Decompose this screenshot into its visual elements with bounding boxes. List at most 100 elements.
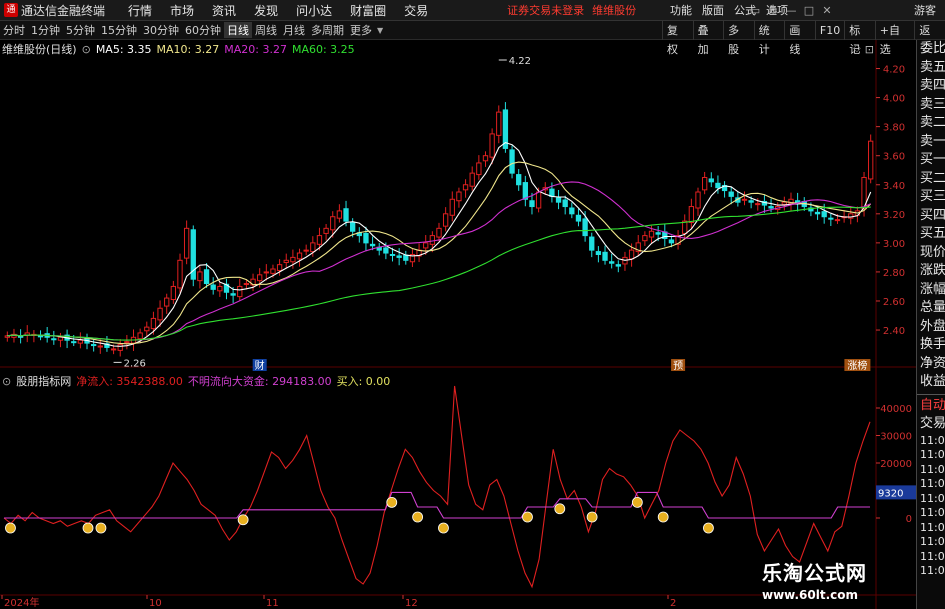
price-tick-label: 2.60 [883, 297, 905, 308]
candle-down [768, 206, 774, 209]
candle-up [628, 249, 635, 260]
period-monthly[interactable]: 月线 [280, 22, 308, 38]
candle-up [217, 285, 223, 292]
chevron-down-icon[interactable]: ▼ [377, 26, 383, 35]
tool-multi-stock-button[interactable]: 多股 [723, 20, 754, 56]
quote-field-label: 卖二 [920, 115, 945, 130]
candle-down [582, 218, 588, 237]
candle-down [814, 211, 821, 215]
period-multi[interactable]: 多周期 [308, 22, 347, 38]
menu-item-news[interactable]: 资讯 [203, 2, 245, 19]
quote-field-label: 卖一 [920, 133, 945, 149]
minimize-icon[interactable]: — [782, 4, 800, 17]
chart-area[interactable]: 4.20 4.00 3.80 3.60 3.40 3.20 3.00 2.80 2.60 2.40… [0, 40, 916, 609]
main-chart-legend: 维维股份(日线) ⊙ MA5: 3.35 MA10: 3.27 MA20: 3.… [2, 41, 360, 57]
candle-down [589, 236, 595, 251]
flow-tick-label: 40000 [880, 404, 912, 415]
period-intraday[interactable]: 分时 [0, 22, 28, 38]
auto-trade-label[interactable]: 自动 [917, 397, 945, 416]
candle-up [257, 274, 263, 282]
candle-up [303, 249, 309, 252]
back-button[interactable]: 返回 [914, 20, 945, 56]
expand-icon[interactable]: ⊡ [865, 43, 874, 56]
tool-draw-button[interactable]: 画线 [784, 20, 815, 56]
candle-down [728, 191, 734, 197]
ma5-line [7, 141, 872, 347]
tool-stats-button[interactable]: 统计 [753, 20, 785, 56]
candle-down [90, 344, 97, 347]
money-bag-icon [657, 511, 669, 523]
period-daily[interactable]: 日线 [224, 22, 252, 38]
money-bag-icon [554, 503, 566, 515]
menu-item-trade[interactable]: 交易 [395, 2, 437, 19]
period-5min[interactable]: 5分钟 [63, 22, 98, 38]
tool-f10-button[interactable]: F10 [814, 20, 844, 40]
price-tick-label: 3.00 [883, 239, 905, 250]
chart-canvas[interactable]: 4.20 4.00 3.80 3.60 3.40 3.20 3.00 2.80 2.60 2.40… [0, 40, 916, 609]
tick-time: 11:07 [920, 477, 945, 490]
period-more[interactable]: 更多 [347, 22, 375, 38]
period-30min[interactable]: 30分钟 [140, 22, 182, 38]
candle-up [177, 259, 183, 289]
quote-field-label: 买五 [920, 226, 945, 241]
current-value-label: 9320 [878, 488, 903, 499]
quote-field-label: 现价 [920, 244, 945, 260]
menu-item-discover[interactable]: 发现 [245, 2, 287, 19]
menu-item-functions[interactable]: 功能 [665, 2, 697, 18]
menu-item-wealth[interactable]: 财富圈 [341, 2, 395, 19]
sub-indicator-menu-icon[interactable]: ⊙ [2, 375, 11, 388]
diamond-icon[interactable]: ◇ [853, 43, 861, 56]
quote-field-label: 收益 [920, 374, 945, 389]
candle-down [555, 197, 562, 203]
period-15min[interactable]: 15分钟 [98, 22, 140, 38]
candle-up [781, 201, 788, 205]
candle-down [230, 293, 236, 296]
maximize-icon[interactable]: □ [800, 4, 818, 17]
indicator-menu-icon[interactable]: ⊙ [82, 43, 91, 56]
menu-item-quotes[interactable]: 行情 [119, 2, 161, 19]
candle-down [708, 178, 714, 183]
candle-down [575, 214, 582, 222]
candle-down [369, 243, 376, 247]
unclear-capital-line [4, 491, 870, 519]
close-icon[interactable]: ✕ [818, 4, 836, 17]
login-status[interactable]: 证券交易未登录 [507, 2, 584, 18]
skin-icon[interactable]: ▭ [746, 4, 764, 17]
money-bag-icon [703, 522, 714, 534]
candle-up [137, 332, 143, 340]
settings-icon[interactable]: ⚙ [764, 4, 782, 17]
candle-down [748, 200, 754, 203]
tool-adjust-button[interactable]: 复权 [662, 20, 693, 56]
ma5-legend: MA5: 3.35 [95, 42, 152, 56]
candle-up [197, 271, 203, 282]
period-weekly[interactable]: 周线 [252, 22, 280, 38]
trade-label[interactable]: 交易 [917, 415, 945, 434]
candle-up [701, 176, 708, 191]
candle-down [383, 247, 389, 254]
quote-field-label: 卖四 [920, 78, 945, 93]
period-60min[interactable]: 60分钟 [182, 22, 224, 38]
event-marker-label: 财 [255, 359, 265, 372]
tick-time: 11:07 [920, 549, 945, 563]
tool-mark-button[interactable]: 标记 [844, 20, 875, 56]
candle-up [469, 172, 475, 187]
candle-up [755, 203, 761, 206]
quote-field-label: 外盘 [920, 318, 945, 334]
period-toolbar: 分时 1分钟 5分钟 15分钟 30分钟 60分钟 日线 周线 月线 多周期 更… [0, 20, 945, 56]
menu-item-market[interactable]: 市场 [161, 2, 203, 19]
candle-up [124, 341, 130, 344]
period-1min[interactable]: 1分钟 [28, 22, 63, 38]
candle-down [389, 253, 396, 256]
quote-field-label: 涨幅 [920, 281, 945, 297]
candle-up [276, 264, 283, 271]
flow-tick-label: 0 [906, 514, 912, 525]
menu-item-layout[interactable]: 版面 [697, 2, 729, 18]
candle-down [203, 269, 210, 285]
candle-up [449, 198, 455, 216]
ma20-legend: MA20: 3.27 [224, 42, 287, 56]
candle-down [522, 182, 528, 200]
guest-label[interactable]: 游客 [914, 2, 936, 18]
menu-item-ask[interactable]: 问小达 [287, 2, 341, 19]
tool-overlay-button[interactable]: 叠加 [692, 20, 724, 56]
add-favorite-button[interactable]: +自选 [874, 20, 915, 56]
